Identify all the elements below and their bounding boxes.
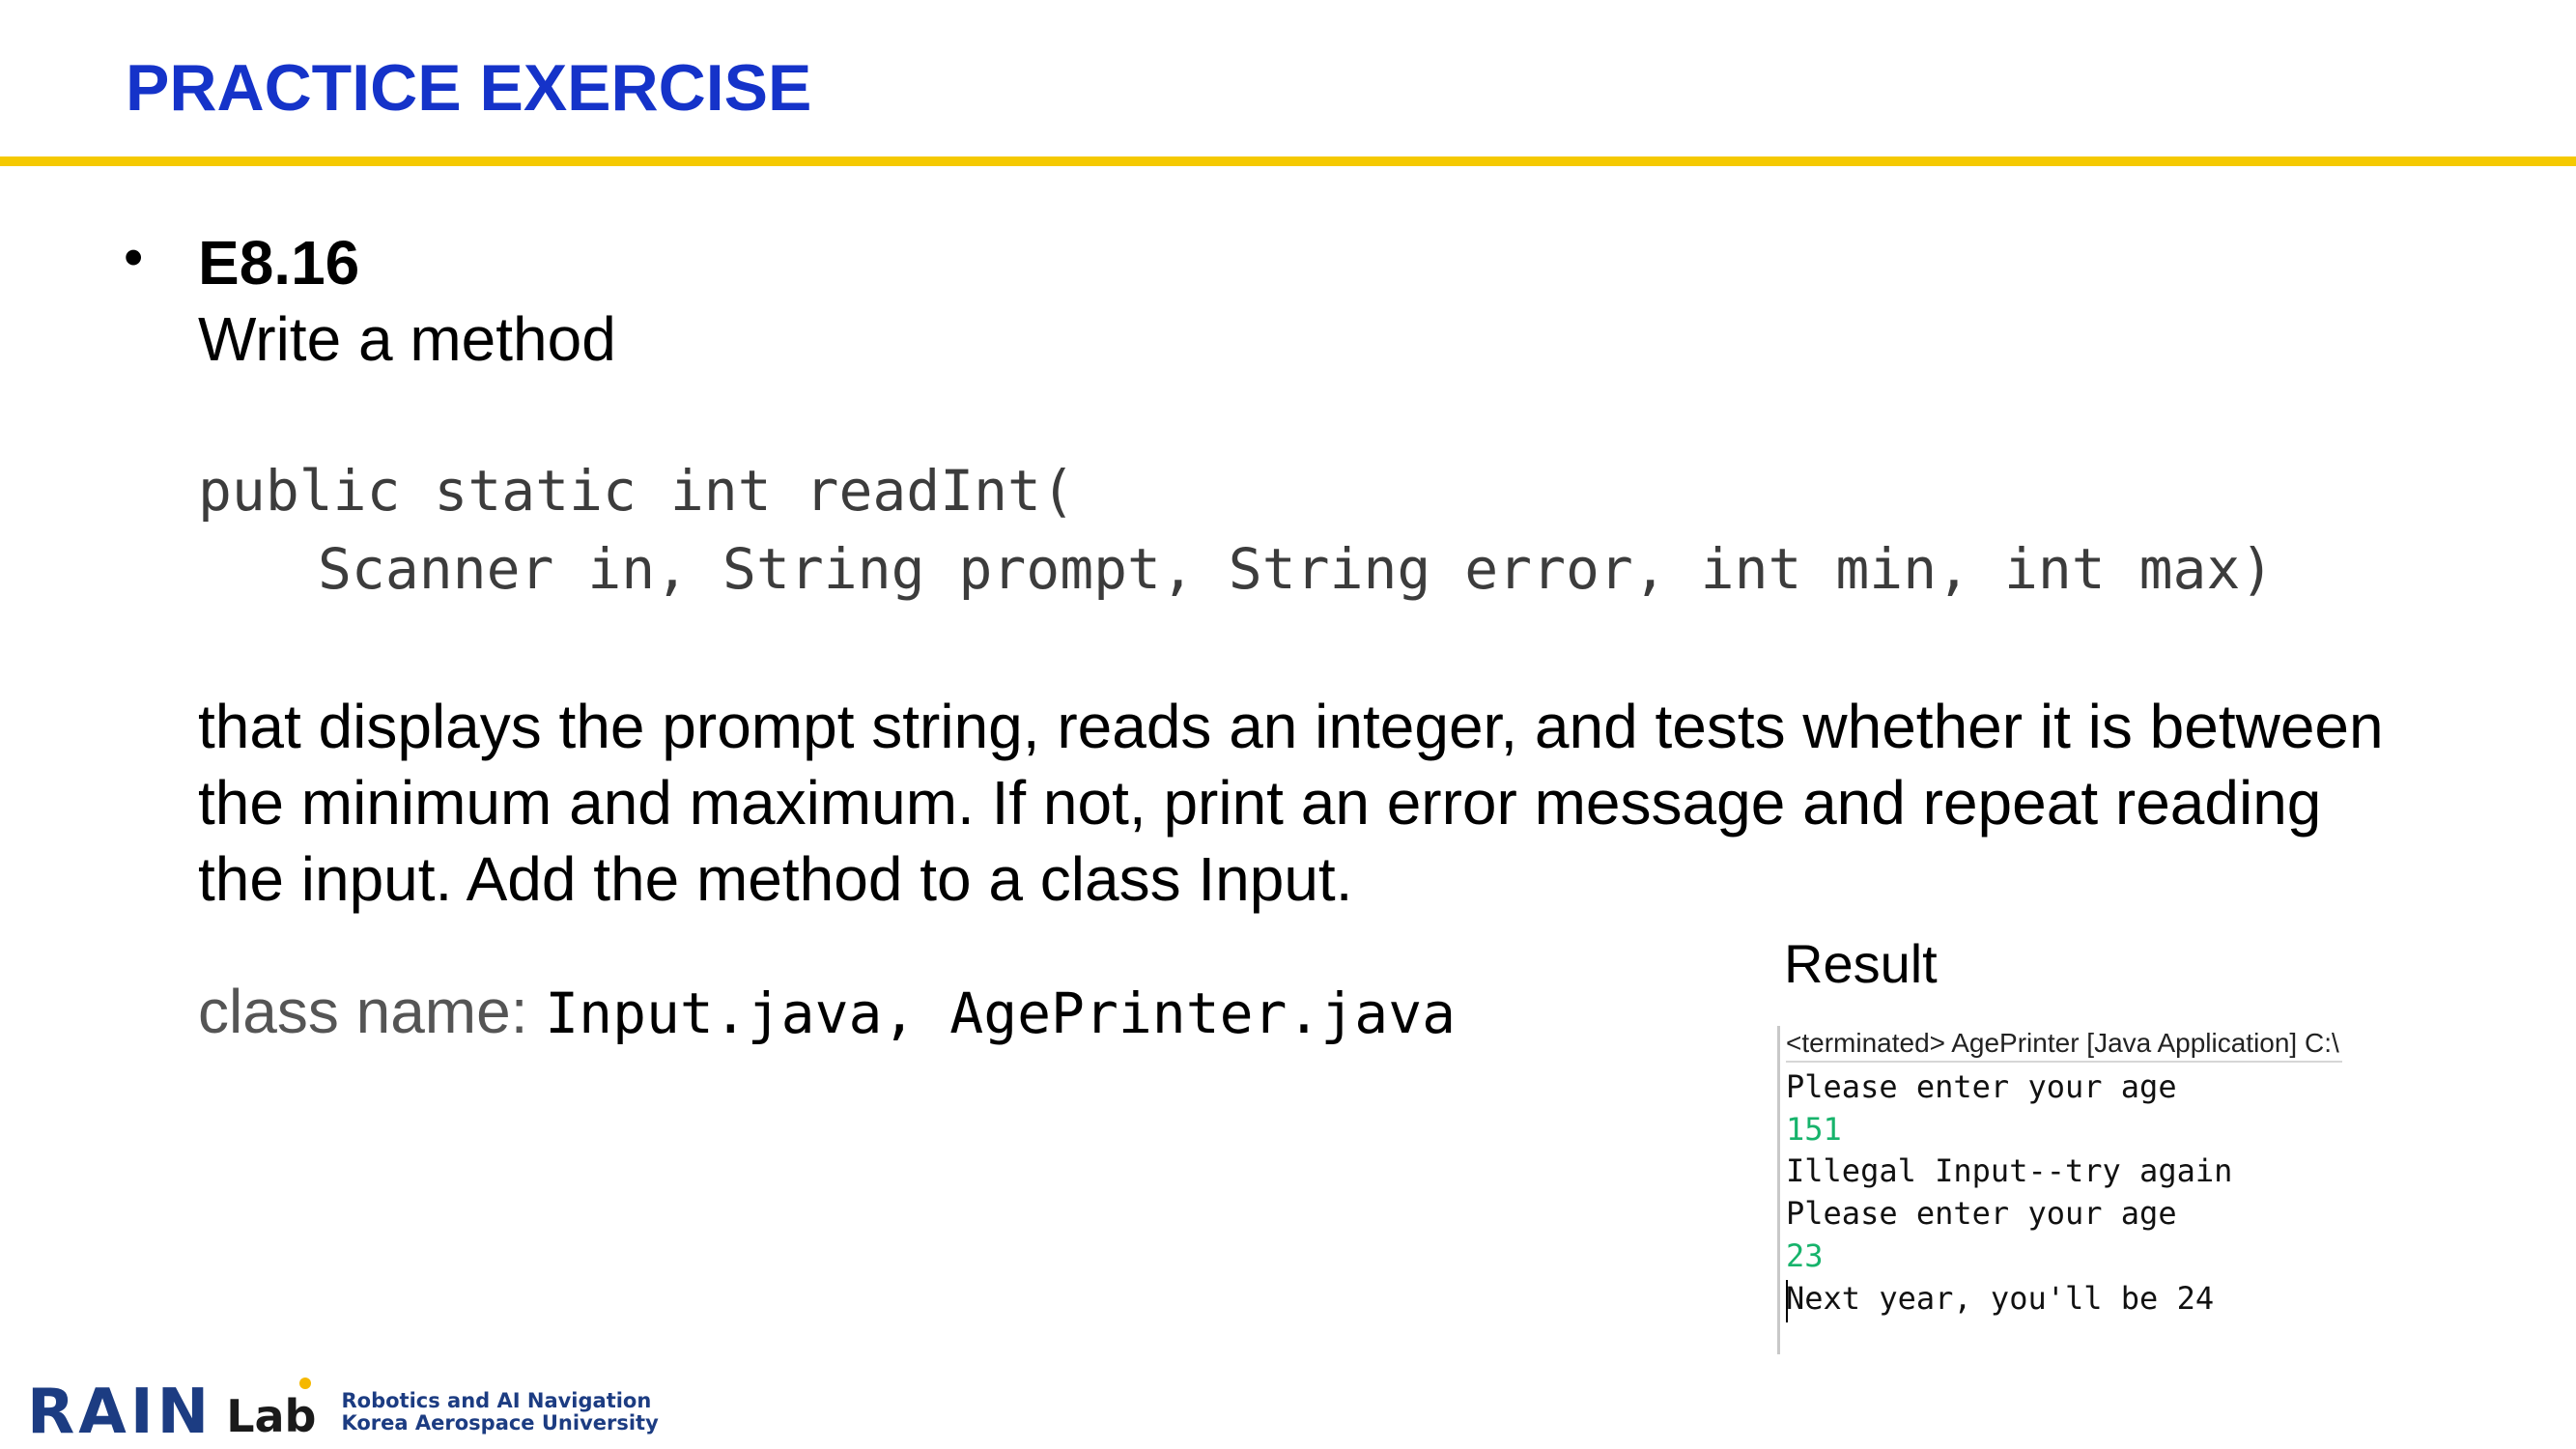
console-output-panel: <terminated> AgePrinter [Java Applicatio… <box>1777 1026 2342 1354</box>
exercise-description: that displays the prompt string, reads a… <box>198 692 2384 914</box>
result-label: Result <box>1784 933 1938 994</box>
console-line-user-input: 151 <box>1786 1111 1842 1148</box>
logo-caption-line-2: Korea Aerospace University <box>341 1411 659 1435</box>
classname-row: class name: Input.java, AgePrinter.java <box>198 976 1456 1047</box>
bullet-icon: • <box>124 226 144 289</box>
console-line: Please enter your age <box>1786 1068 2177 1105</box>
logo-dot-icon <box>299 1378 311 1389</box>
title-divider <box>0 156 2576 166</box>
text-caret <box>1786 1280 1788 1322</box>
exercise-id: E8.16 <box>198 228 360 298</box>
code-signature-line-1: public static int readInt( <box>198 458 1075 524</box>
slide-title: PRACTICE EXERCISE <box>126 51 812 125</box>
console-line-user-input: 23 <box>1786 1237 1824 1274</box>
rain-lab-logo: RAIN Lab Robotics and AI Navigation Kore… <box>27 1377 659 1448</box>
classname-label: class name: <box>198 977 546 1046</box>
console-line: Next year, you'll be 24 <box>1786 1280 2215 1317</box>
logo-sub-text: Lab <box>226 1390 317 1442</box>
logo-caption-line-1: Robotics and AI Navigation <box>341 1389 652 1412</box>
logo-main-text: RAIN <box>27 1377 213 1448</box>
exercise-intro: Write a method <box>198 304 616 374</box>
classname-files: Input.java, AgePrinter.java <box>545 980 1457 1046</box>
console-header: <terminated> AgePrinter [Java Applicatio… <box>1786 1026 2342 1063</box>
logo-caption: Robotics and AI Navigation Korea Aerospa… <box>341 1390 658 1435</box>
console-line: Please enter your age <box>1786 1195 2177 1232</box>
code-signature-line-2: Scanner in, String prompt, String error,… <box>318 536 2275 602</box>
console-line: Illegal Input--try again <box>1786 1152 2233 1189</box>
